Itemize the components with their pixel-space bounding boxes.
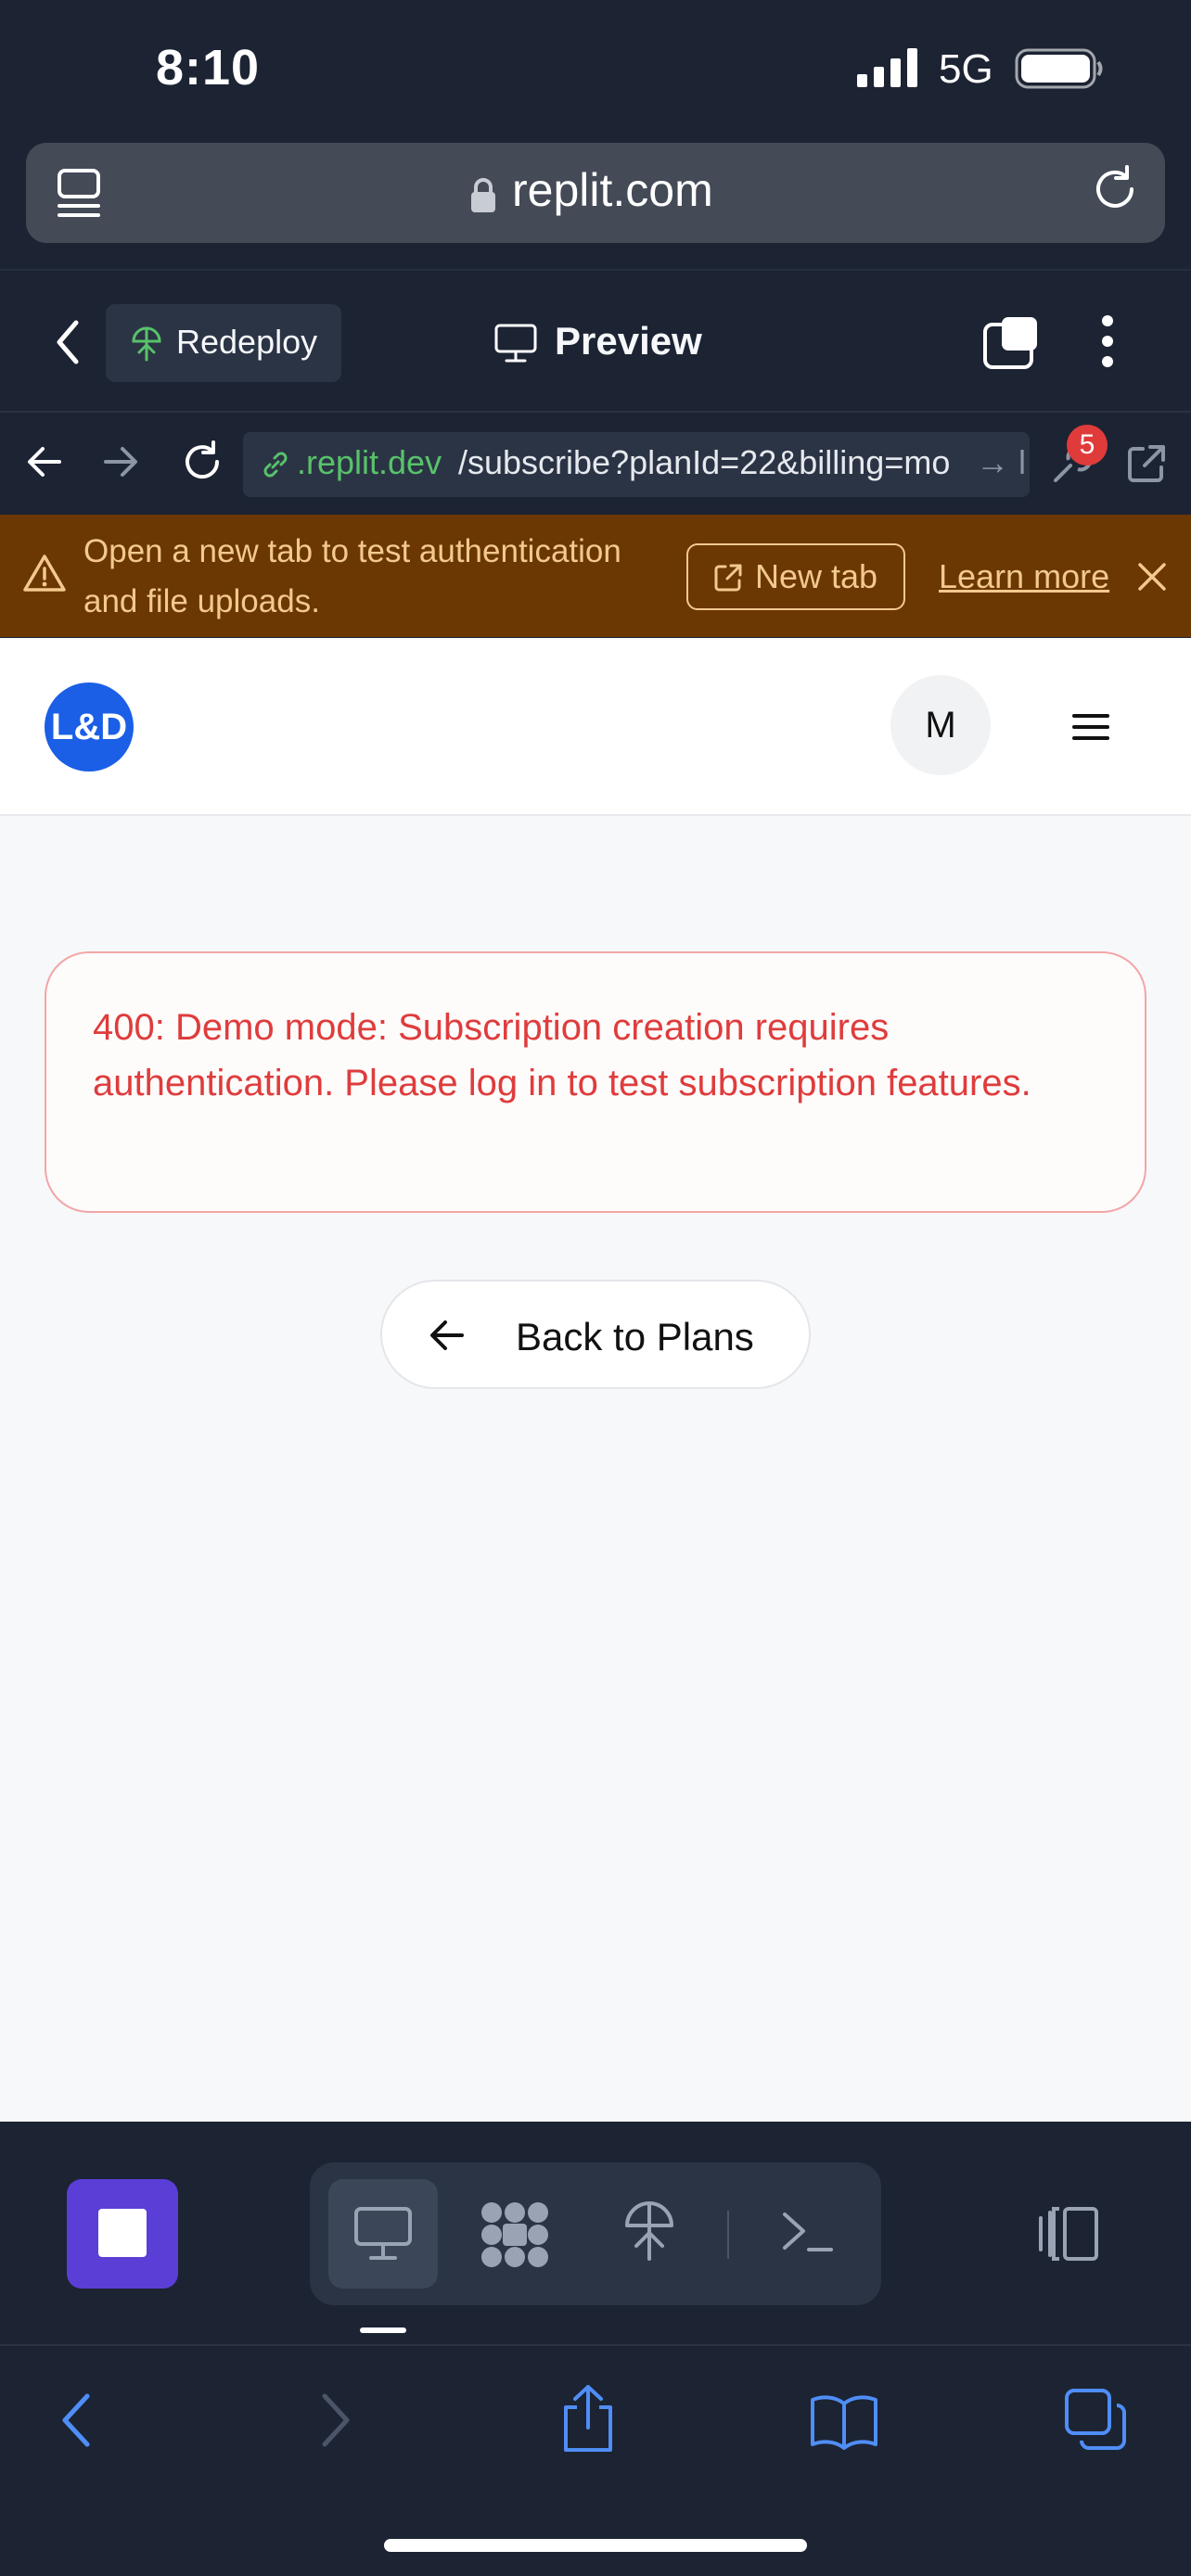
back-to-plans-label: Back to Plans — [516, 1315, 754, 1358]
learn-more-link[interactable]: Learn more — [939, 557, 1109, 596]
close-icon[interactable] — [1135, 560, 1169, 593]
home-indicator — [384, 2539, 807, 2552]
signal-icon — [857, 48, 920, 87]
shell-icon[interactable] — [779, 2209, 835, 2255]
status-time: 8:10 — [156, 40, 261, 96]
app-logo[interactable]: L&D — [45, 682, 134, 772]
banner-message: Open a new tab to test authentication an… — [83, 533, 621, 619]
deploy-icon[interactable] — [621, 2198, 677, 2263]
preview-back-icon[interactable] — [26, 445, 63, 478]
tab-overview-icon[interactable] — [56, 167, 104, 219]
arrow-left-icon — [429, 1319, 466, 1352]
tabs-icon[interactable] — [1063, 2387, 1128, 2452]
user-avatar[interactable]: M — [890, 675, 991, 775]
warning-icon — [22, 553, 67, 593]
deploy-icon — [130, 325, 163, 362]
network-type: 5G — [939, 46, 993, 92]
preview-url-domain: .replit.dev — [297, 443, 442, 481]
new-tab-label: New tab — [755, 557, 878, 595]
layout-switch-icon[interactable] — [1035, 2205, 1102, 2263]
hamburger-menu-icon[interactable] — [1072, 712, 1109, 742]
agent-icon[interactable] — [479, 2200, 551, 2270]
preview-refresh-icon[interactable] — [180, 440, 224, 484]
preview-title: Preview — [555, 319, 702, 363]
console-error-badge: 5 — [1067, 425, 1108, 465]
browser-forward-icon[interactable] — [319, 2392, 352, 2448]
new-pane-icon[interactable] — [981, 315, 1041, 371]
lock-icon — [469, 176, 497, 213]
external-link-icon — [712, 562, 744, 593]
battery-icon — [1015, 48, 1104, 89]
active-tool-indicator — [360, 2327, 406, 2333]
preview-forward-icon[interactable] — [102, 445, 139, 478]
stop-icon — [98, 2209, 147, 2257]
redeploy-label: Redeploy — [176, 323, 318, 361]
app-navbar — [0, 638, 1191, 816]
preview-url-overflow: → l — [976, 443, 1026, 481]
error-message: 400: Demo mode: Subscription creation re… — [93, 1007, 1031, 1103]
preview-url-path: /subscribe?planId=22&billing=mo — [458, 443, 951, 481]
back-chevron-icon[interactable] — [54, 319, 82, 365]
open-external-icon[interactable] — [1124, 441, 1169, 486]
tool-divider — [727, 2211, 729, 2259]
bookmarks-icon[interactable] — [809, 2394, 879, 2450]
more-options-icon[interactable] — [1098, 312, 1117, 371]
monitor-icon — [493, 323, 538, 363]
link-icon — [260, 449, 291, 480]
monitor-icon — [352, 2205, 414, 2263]
reload-icon[interactable] — [1089, 163, 1141, 215]
browser-url-text[interactable]: replit.com — [512, 163, 713, 217]
browser-back-icon[interactable] — [59, 2392, 93, 2448]
share-icon[interactable] — [558, 2383, 618, 2454]
preview-url-field[interactable]: .replit.dev /subscribe?planId=22&billing… — [243, 432, 1030, 497]
